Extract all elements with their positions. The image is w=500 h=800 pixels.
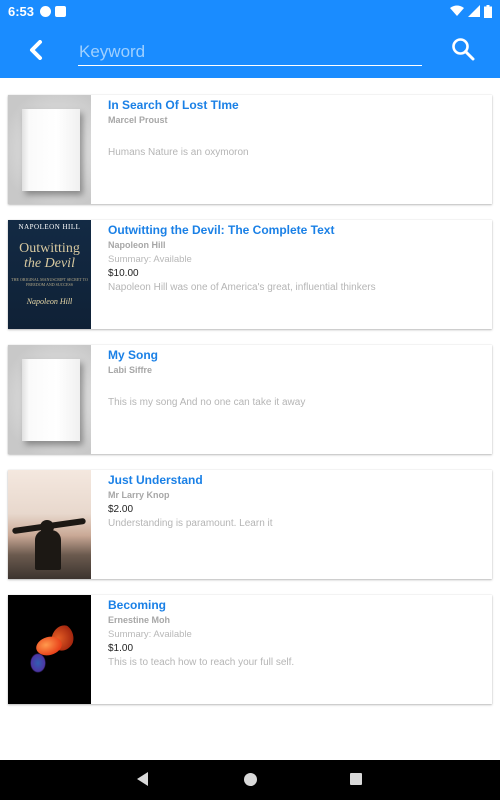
signal-icon	[468, 5, 480, 17]
book-author: Mr Larry Knop	[108, 490, 170, 500]
notification-icon	[40, 5, 52, 17]
nav-back-icon[interactable]	[137, 772, 148, 786]
book-title: Becoming	[108, 598, 167, 612]
book-description: Napoleon Hill was one of America's great…	[108, 282, 376, 293]
wifi-icon	[450, 5, 464, 16]
book-summary	[108, 128, 492, 142]
search-input[interactable]	[78, 36, 422, 66]
book-summary: Summary: Available	[108, 254, 192, 265]
book-title: In Search Of Lost TIme	[108, 98, 239, 112]
book-price: $2.00	[108, 504, 134, 515]
book-list: In Search Of Lost TIme Marcel Proust Hum…	[8, 95, 492, 720]
search-icon	[452, 38, 475, 61]
book-title: Just Understand	[108, 473, 203, 487]
book-price: $10.00	[108, 268, 139, 279]
system-nav-bar	[0, 760, 500, 800]
book-cover-image	[8, 470, 91, 579]
app-bar	[0, 22, 500, 78]
book-description: Humans Nature is an oxymoron	[108, 147, 249, 158]
nav-home-icon[interactable]	[244, 773, 257, 786]
book-description: This is to teach how to reach your full …	[108, 657, 295, 668]
book-title: Outwitting the Devil: The Complete Text	[108, 223, 335, 237]
status-time: 6:53	[8, 3, 35, 19]
book-card[interactable]: NAPOLEON HILL Outwitting the Devil THE OR…	[8, 220, 492, 329]
book-summary	[108, 378, 492, 392]
book-card[interactable]: Just Understand Mr Larry Knop $2.00 Unde…	[8, 470, 492, 579]
book-summary: Summary: Available	[108, 629, 192, 640]
book-cover-image	[8, 95, 91, 204]
book-cover-image	[8, 595, 91, 704]
book-description: Understanding is paramount. Learn it	[108, 518, 273, 529]
search-button[interactable]	[446, 32, 480, 66]
book-cover-image	[8, 345, 91, 454]
book-card[interactable]: Becoming Ernestine Moh Summary: Availabl…	[8, 595, 492, 704]
nav-recents-icon[interactable]	[350, 773, 362, 785]
cover-subtitle-text: THE ORIGINAL MANUSCRIPT SECRET TO FREEDO…	[11, 277, 88, 287]
arrow-back-icon	[30, 40, 42, 60]
battery-icon	[484, 4, 492, 18]
book-author: Labi Siffre	[108, 365, 153, 375]
cover-title-text: Outwitting the Devil	[19, 241, 80, 271]
book-author: Napoleon Hill	[108, 240, 166, 250]
status-bar: 6:53	[0, 0, 500, 22]
book-cover-image: NAPOLEON HILL Outwitting the Devil THE OR…	[8, 220, 91, 329]
cover-signature: Napoleon Hill	[26, 297, 73, 306]
sd-card-icon	[55, 5, 67, 17]
cover-author-text: NAPOLEON HILL	[18, 223, 81, 231]
book-author: Ernestine Moh	[108, 615, 171, 625]
book-card[interactable]: My Song Labi Siffre This is my song And …	[8, 345, 492, 454]
book-price: $1.00	[108, 643, 134, 654]
book-card[interactable]: In Search Of Lost TIme Marcel Proust Hum…	[8, 95, 492, 204]
book-author: Marcel Proust	[108, 115, 168, 125]
back-button[interactable]	[20, 32, 56, 68]
book-title: My Song	[108, 348, 158, 362]
book-description: This is my song And no one can take it a…	[108, 397, 306, 408]
